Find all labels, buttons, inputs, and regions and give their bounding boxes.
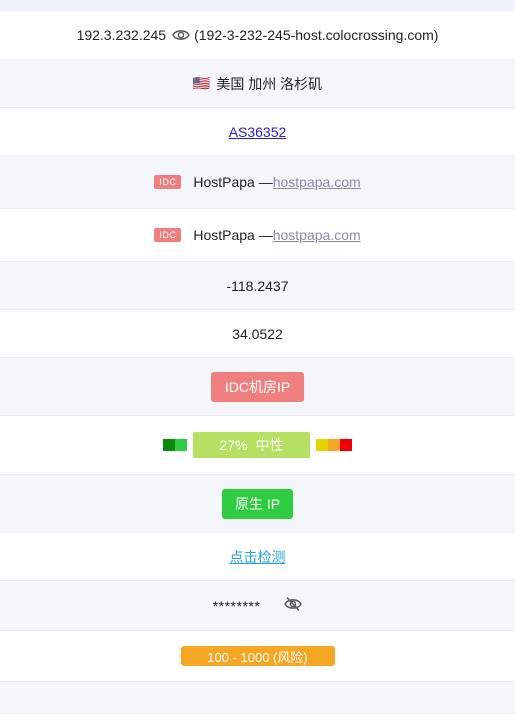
masked-row: ******** <box>0 581 515 631</box>
longitude-row: -118.2437 <box>0 262 515 310</box>
asn-row: AS36352 <box>0 108 515 156</box>
eye-off-icon[interactable] <box>284 596 303 615</box>
isp-domain-link[interactable]: hostpapa.com <box>273 174 361 190</box>
score-seg-yellow <box>316 439 328 451</box>
ip-row: 192.3.232.245 (192-3-232-245-host.colocr… <box>0 11 515 60</box>
top-strip <box>0 0 515 11</box>
native-row: 原生 IP <box>0 475 515 533</box>
score-seg-orange <box>328 439 340 451</box>
idc-badge: IDC <box>154 228 182 242</box>
idc-badge: IDC <box>154 175 182 189</box>
eye-icon[interactable] <box>172 28 190 42</box>
org-name: HostPapa — <box>193 227 273 243</box>
ip-type-row: IDC机房IP <box>0 358 515 416</box>
score-meter: 27% 中性 <box>163 432 352 458</box>
us-flag-icon: 🇺🇸 <box>192 75 211 91</box>
score-seg-dark-green <box>163 439 175 451</box>
asn-link[interactable]: AS36352 <box>229 124 287 140</box>
org-domain-link[interactable]: hostpapa.com <box>273 227 361 243</box>
risk-badge: 100 - 1000 (风险) <box>180 646 335 666</box>
latitude-value: 34.0522 <box>232 325 283 342</box>
latitude-row: 34.0522 <box>0 310 515 358</box>
detect-link[interactable]: 点击检测 <box>230 547 286 567</box>
score-level: 中性 <box>255 437 284 453</box>
longitude-value: -118.2437 <box>226 277 289 294</box>
empty-row <box>0 682 515 714</box>
location-row: 🇺🇸 美国 加州 洛杉矶 <box>0 60 515 108</box>
score-row: 27% 中性 <box>0 416 515 475</box>
hostname: (192-3-232-245-host.colocrossing.com) <box>194 27 439 43</box>
isp-row: IDC HostPapa — hostpapa.com <box>0 156 515 209</box>
score-bar: 27% 中性 <box>193 432 310 458</box>
score-seg-red <box>340 439 352 451</box>
score-seg-green <box>175 439 187 451</box>
masked-value: ******** <box>212 597 261 614</box>
ip-address: 192.3.232.245 <box>76 27 167 43</box>
org-row: IDC HostPapa — hostpapa.com <box>0 209 515 262</box>
isp-name: HostPapa — <box>193 174 273 190</box>
location-text: 美国 加州 洛杉矶 <box>216 75 323 92</box>
risk-row: 100 - 1000 (风险) <box>0 631 515 682</box>
detect-row: 点击检测 <box>0 533 515 581</box>
score-percent: 27% <box>219 437 248 453</box>
native-ip-badge: 原生 IP <box>221 488 294 519</box>
ip-type-badge: IDC机房IP <box>210 371 305 402</box>
